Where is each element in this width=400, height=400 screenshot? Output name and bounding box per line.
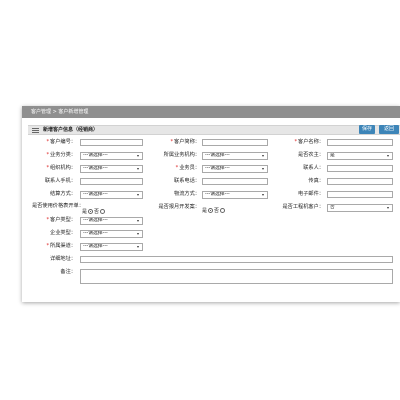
label-salesman: *业务员： [175, 165, 200, 171]
chevron-down-icon: ▾ [137, 218, 140, 223]
label-use-price-form: 是否使用价格表开单： [32, 203, 84, 209]
label-fax: 传真： [308, 178, 324, 184]
label-customer-type: *客户类型： [46, 217, 76, 223]
required-mark: * [46, 217, 50, 223]
label-is-dealer: 是否农主： [298, 152, 324, 158]
required-mark: * [175, 165, 179, 171]
chevron-down-icon: ▾ [387, 153, 390, 158]
chevron-down-icon: ▾ [137, 244, 140, 249]
chevron-down-icon: ▾ [387, 205, 390, 210]
required-mark: * [170, 139, 174, 145]
label-customer-no: *客户编号： [46, 139, 76, 145]
chevron-down-icon: ▾ [262, 153, 265, 158]
customer-no-input[interactable] [80, 139, 143, 146]
chevron-down-icon: ▾ [137, 231, 140, 236]
chevron-down-icon: ▾ [137, 166, 140, 171]
required-mark: * [46, 243, 50, 249]
is-project-customer-select[interactable]: 否 ▾ [327, 204, 393, 212]
customer-type-select[interactable]: ---请选择--- ▾ [80, 217, 143, 225]
biz-org-select[interactable]: ---请选择--- ▾ [202, 152, 268, 160]
label-remark: 备注： [60, 269, 76, 275]
chevron-down-icon: ▾ [137, 192, 140, 197]
label-customer-short: *客户简称： [170, 139, 200, 145]
customer-form-panel: 客户管理 > 客户新增管理 新增客户信息（经销商） 保存 返回 *客户编号： *… [22, 106, 400, 302]
back-button[interactable]: 返回 [379, 125, 399, 134]
channel-select[interactable]: ---请选择--- ▾ [80, 243, 143, 251]
radio-no[interactable] [100, 209, 106, 214]
required-mark: * [46, 139, 50, 145]
section-header: 新增客户信息（经销商） [28, 125, 400, 135]
label-settle-method: 结算方式： [50, 191, 76, 197]
label-reported-project: 是否报月开发案： [158, 204, 200, 210]
salesman-select[interactable]: ---请选择--- ▾ [202, 165, 268, 173]
customer-short-input[interactable] [202, 139, 268, 146]
required-mark: * [46, 165, 50, 171]
required-mark: * [294, 139, 298, 145]
save-button[interactable]: 保存 [359, 125, 375, 134]
org-select[interactable]: ---请选择--- ▾ [80, 165, 143, 173]
email-input[interactable] [327, 191, 393, 198]
radio-yes[interactable] [208, 208, 214, 213]
chevron-down-icon: ▾ [262, 192, 265, 197]
address-input[interactable] [80, 256, 393, 263]
label-is-project-customer: 是否工程机客户： [282, 204, 324, 210]
label-contact-phone: 联系人手机： [44, 178, 76, 184]
label-address: 详细地址： [50, 256, 76, 262]
business-type-select[interactable]: ---请选择--- ▾ [80, 230, 143, 238]
contact-tel-input[interactable] [202, 178, 268, 185]
label-org: *组织机构： [46, 165, 76, 171]
customer-name-input[interactable] [327, 139, 393, 146]
section-title: 新增客户信息（经销商） [43, 127, 99, 133]
chevron-down-icon: ▾ [137, 153, 140, 158]
label-contact: 联系人： [303, 165, 324, 171]
reported-project-radio-group: 是否 [202, 207, 226, 215]
label-email: 电子邮件： [298, 191, 324, 197]
fax-input[interactable] [327, 178, 393, 185]
is-dealer-select[interactable]: 是 ▾ [327, 152, 393, 160]
chevron-down-icon: ▾ [262, 166, 265, 171]
label-contact-tel: 联系电话： [174, 178, 200, 184]
label-biz-category: *业务分类： [46, 152, 76, 158]
settle-method-select[interactable]: ---请选择--- ▾ [80, 191, 143, 199]
label-customer-name: *客户名称： [294, 139, 324, 145]
label-logistics-method: 物流方式： [174, 191, 200, 197]
biz-category-select[interactable]: ---请选择--- ▾ [80, 152, 143, 160]
menu-icon [32, 128, 39, 133]
radio-yes[interactable] [88, 209, 94, 214]
label-business-type: 企业类型： [50, 230, 76, 236]
label-channel: *所属渠道： [46, 243, 76, 249]
required-mark: * [46, 152, 50, 158]
radio-no[interactable] [220, 208, 226, 213]
logistics-method-select[interactable]: ---请选择--- ▾ [202, 191, 268, 199]
breadcrumb: 客户管理 > 客户新增管理 [22, 106, 400, 118]
label-biz-org: 所属业务机构： [163, 152, 200, 158]
contact-phone-input[interactable] [80, 178, 143, 185]
contact-input[interactable] [327, 165, 393, 172]
use-price-form-radio-group: 是否 [82, 208, 106, 216]
remark-textarea[interactable] [80, 269, 393, 284]
